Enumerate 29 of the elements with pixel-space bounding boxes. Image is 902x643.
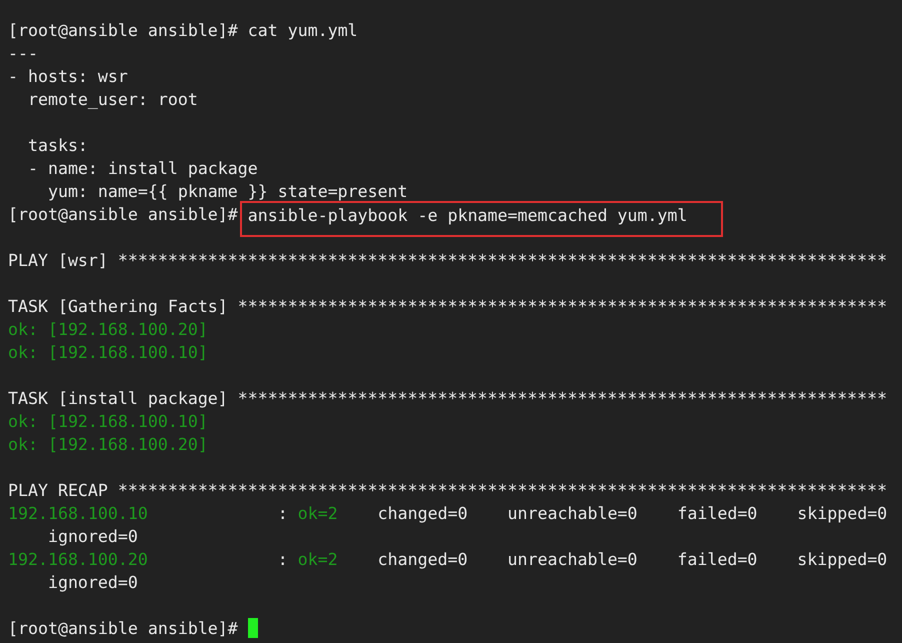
status-text: ok=2 xyxy=(298,504,338,523)
output-text: tasks: xyxy=(26,136,88,155)
output-text: ignored=0 xyxy=(46,527,138,546)
output-text: --- xyxy=(8,44,38,63)
output-text: TASK [install package] ***************************************************************** xyxy=(8,389,888,408)
output-text: TASK [Gathering Facts] ***************************************************************** xyxy=(8,297,888,316)
output-text: - name: install package xyxy=(26,159,258,178)
output-text: - hosts: wsr xyxy=(8,67,128,86)
command-text: cat yum.yml xyxy=(248,21,358,40)
output-text: PLAY RECAP ***************************************************************************** xyxy=(8,481,888,500)
output-text: changed=0 unreachable=0 failed=0 skipped=0 xyxy=(376,550,888,569)
output-text: yum: name={{ pkname }} state=present xyxy=(46,182,408,201)
highlight-box: ansible-playbook -e pkname=memcached yum.yml xyxy=(240,201,724,237)
output-text: ignored=0 xyxy=(46,573,138,592)
output-text: remote_user: root xyxy=(26,90,198,109)
shell-prompt: [root@ansible ansible]# xyxy=(8,619,239,638)
output-text: changed=0 unreachable=0 failed=0 skipped=0 xyxy=(376,504,888,523)
status-text: ok=2 xyxy=(298,550,338,569)
shell-prompt: [root@ansible ansible]# xyxy=(8,205,239,224)
status-text: ok: [192.168.100.20] xyxy=(8,320,208,339)
output-text: PLAY [wsr] ***************************************************************************** xyxy=(8,251,888,270)
status-text: 192.168.100.10 xyxy=(8,504,148,523)
status-text: ok: [192.168.100.10] xyxy=(8,343,208,362)
shell-prompt: [root@ansible ansible]# xyxy=(8,21,239,40)
output-text: : xyxy=(276,504,289,523)
status-text: ok: [192.168.100.20] xyxy=(8,435,208,454)
status-text: 192.168.100.20 xyxy=(8,550,148,569)
output-text: : xyxy=(276,550,289,569)
status-text: ok: [192.168.100.10] xyxy=(8,412,208,431)
